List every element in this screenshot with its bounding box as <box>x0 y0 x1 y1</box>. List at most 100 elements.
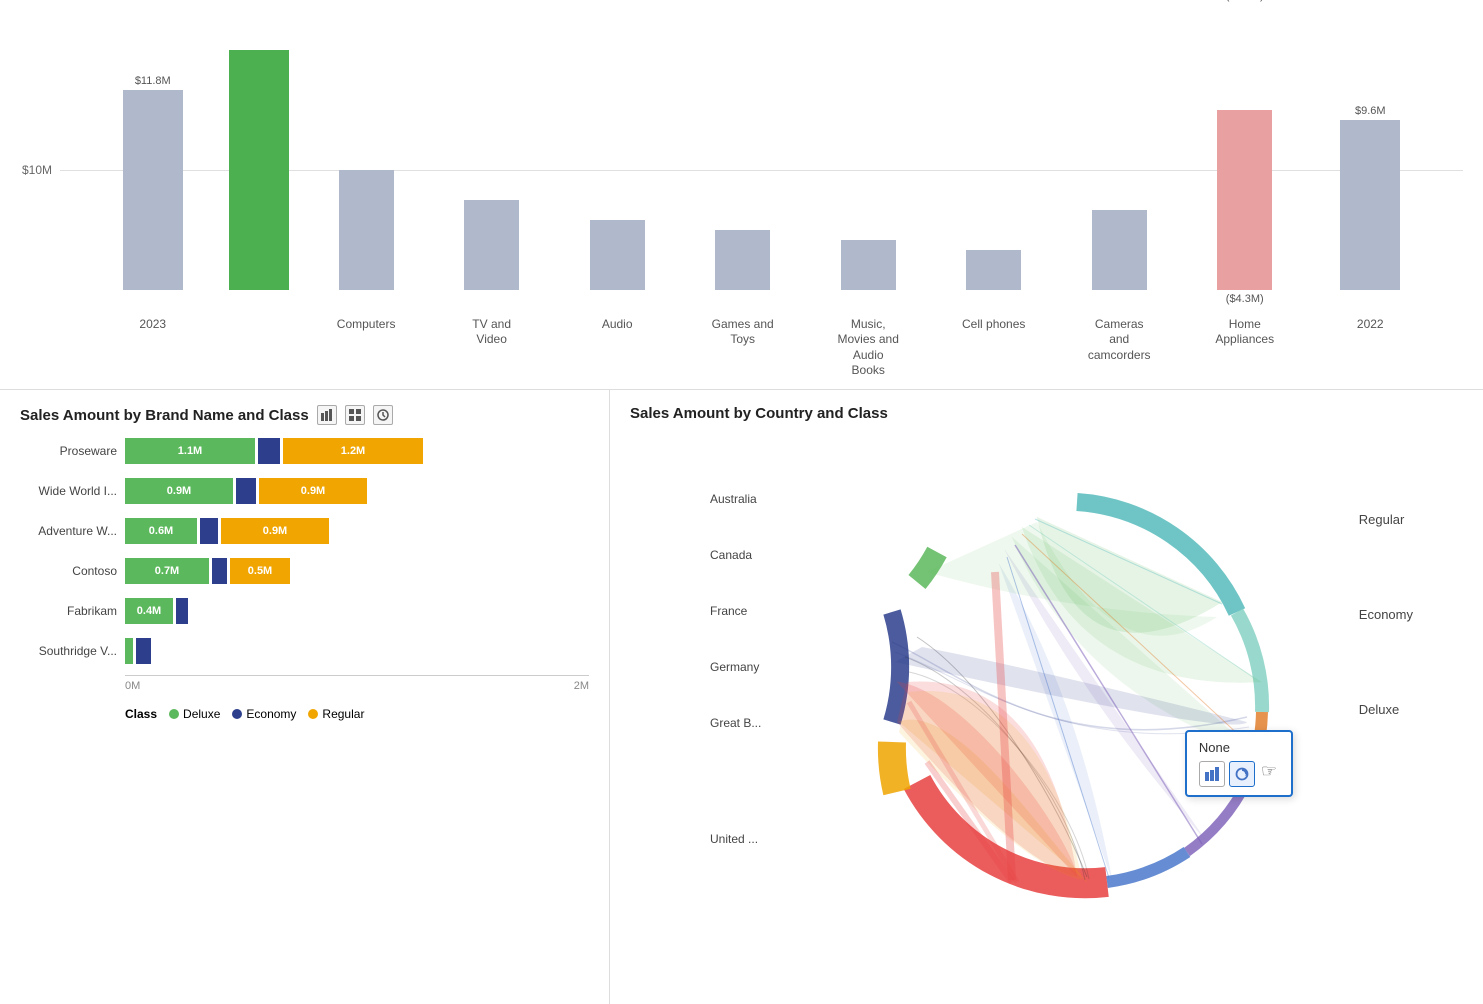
x-label-games: Games andToys <box>680 317 806 379</box>
hbar-axis-line <box>125 675 589 676</box>
tooltip-none-label: None <box>1199 740 1230 755</box>
hbar-label-adventure: Adventure W... <box>20 524 125 538</box>
x-axis: 2023 Computers TV andVideo Audio Games a… <box>60 317 1463 379</box>
axis-min: 0M <box>125 680 140 692</box>
bar-icon-btn[interactable] <box>317 405 337 425</box>
hbar-regular-wideworld: 0.9M <box>259 478 367 504</box>
bar-2023 <box>123 90 183 290</box>
hbar-axis-labels: 0M 2M <box>125 680 589 692</box>
hbar-row-adventure: Adventure W... 0.6M 0.9M <box>20 515 589 547</box>
label-regular: Regular <box>1359 512 1413 527</box>
label-australia: Australia <box>710 492 761 506</box>
legend-label-deluxe: Deluxe <box>183 707 220 721</box>
bar-group-2023: $11.8M <box>90 75 216 290</box>
bar-computers <box>339 170 394 290</box>
label-germany: Germany <box>710 660 761 674</box>
left-chart-title: Sales Amount by Brand Name and Class <box>20 405 589 425</box>
hbar-deluxe-wideworld: 0.9M <box>125 478 233 504</box>
hbar-row-fabrikam: Fabrikam 0.4M <box>20 595 589 627</box>
hbar-bars-fabrikam: 0.4M <box>125 598 589 624</box>
legend-dot-regular <box>308 709 318 719</box>
hbar-economy-southridge <box>136 638 151 664</box>
hbar-bars-wideworld: 0.9M 0.9M <box>125 478 589 504</box>
x-label-appliances: HomeAppliances <box>1182 317 1308 379</box>
bar-label-2022: $9.6M <box>1355 105 1386 117</box>
hbar-economy-contoso <box>212 558 227 584</box>
label-deluxe: Deluxe <box>1359 702 1413 717</box>
x-label-cameras: Camerasandcamcorders <box>1056 317 1182 379</box>
right-panel: Sales Amount by Country and Class Austra… <box>610 390 1483 1004</box>
right-chart-title-text: Sales Amount by Country and Class <box>630 405 888 422</box>
hbar-bars-proseware: 1.1M 1.2M <box>125 438 589 464</box>
reset-icon-btn[interactable] <box>373 405 393 425</box>
bar-label-2023: $11.8M <box>135 75 171 87</box>
x-label-2023: 2023 <box>90 317 216 379</box>
hbar-row-proseware: Proseware 1.1M 1.2M <box>20 435 589 467</box>
block-icon-btn[interactable] <box>345 405 365 425</box>
hbar-deluxe-southridge <box>125 638 133 664</box>
hbar-label-fabrikam: Fabrikam <box>20 604 125 618</box>
hbar-row-wideworld: Wide World I... 0.9M 0.9M <box>20 475 589 507</box>
bar-group-games <box>680 230 806 290</box>
hbar-label-southridge: Southridge V... <box>20 644 125 658</box>
bar-group-tv <box>429 200 555 290</box>
class-labels: Regular Economy Deluxe <box>1359 512 1413 717</box>
hbar-label-contoso: Contoso <box>20 564 125 578</box>
bar-group-computers <box>303 170 429 290</box>
chord-diagram-container: Australia Canada France Germany Great B.… <box>630 432 1463 952</box>
bar-appliances-pos <box>1217 190 1272 290</box>
bar-label-appliances-top: ($1.4M) <box>1226 0 1264 2</box>
hbar-regular-contoso: 0.5M <box>230 558 290 584</box>
cursor-icon: ☞ <box>1259 761 1279 787</box>
hbar-deluxe-proseware: 1.1M <box>125 438 255 464</box>
x-label-tv: TV andVideo <box>429 317 555 379</box>
hbar-bars-southridge <box>125 638 589 664</box>
label-united: United ... <box>710 832 761 846</box>
bar-highlight <box>229 50 289 290</box>
hbar-row-southridge: Southridge V... <box>20 635 589 667</box>
label-canada: Canada <box>710 548 761 562</box>
bar-group-2022: $9.6M <box>1308 105 1434 290</box>
tooltip-bar-icon-btn[interactable] <box>1199 761 1225 787</box>
bar-cell <box>966 250 1021 290</box>
axis-max: 2M <box>574 680 589 692</box>
hbar-label-proseware: Proseware <box>20 444 125 458</box>
tooltip-refresh-icon-btn[interactable] <box>1229 761 1255 787</box>
chord-svg <box>867 482 1287 902</box>
bar-tv <box>464 200 519 290</box>
label-greatb: Great B... <box>710 716 761 730</box>
x-label-blank <box>216 317 304 379</box>
hbar-deluxe-adventure: 0.6M <box>125 518 197 544</box>
horizontal-bar-chart: Proseware 1.1M 1.2M Wide World I... 0.9M… <box>20 435 589 692</box>
hbar-label-wideworld: Wide World I... <box>20 484 125 498</box>
tooltip-icon-row: ☞ <box>1199 761 1279 787</box>
x-label-computers: Computers <box>303 317 429 379</box>
label-economy: Economy <box>1359 607 1413 622</box>
legend-regular: Regular <box>308 707 364 721</box>
legend-label-economy: Economy <box>246 707 296 721</box>
bar-group-cell <box>931 250 1057 290</box>
tooltip-popup: None ☞ <box>1185 730 1293 797</box>
label-france: France <box>710 604 761 618</box>
hbar-bars-contoso: 0.7M 0.5M <box>125 558 589 584</box>
legend-economy: Economy <box>232 707 296 721</box>
top-bar-chart: $10M $11.8M <box>0 0 1483 390</box>
hbar-row-contoso: Contoso 0.7M 0.5M <box>20 555 589 587</box>
y-axis-label: $10M <box>22 163 52 177</box>
hbar-economy-wideworld <box>236 478 256 504</box>
legend-dot-economy <box>232 709 242 719</box>
hbar-regular-proseware: 1.2M <box>283 438 423 464</box>
hbar-economy-proseware <box>258 438 280 464</box>
x-label-music: Music,Movies andAudioBooks <box>805 317 931 379</box>
bar-music <box>841 240 896 290</box>
legend-deluxe: Deluxe <box>169 707 220 721</box>
country-labels: Australia Canada France Germany Great B.… <box>710 492 761 846</box>
hbar-economy-fabrikam <box>176 598 188 624</box>
hbar-deluxe-fabrikam: 0.4M <box>125 598 173 624</box>
legend-dot-deluxe <box>169 709 179 719</box>
legend-label-regular: Regular <box>322 707 364 721</box>
bar-games <box>715 230 770 290</box>
hbar-economy-adventure <box>200 518 218 544</box>
bar-group-cameras <box>1056 210 1182 290</box>
hbar-deluxe-contoso: 0.7M <box>125 558 209 584</box>
